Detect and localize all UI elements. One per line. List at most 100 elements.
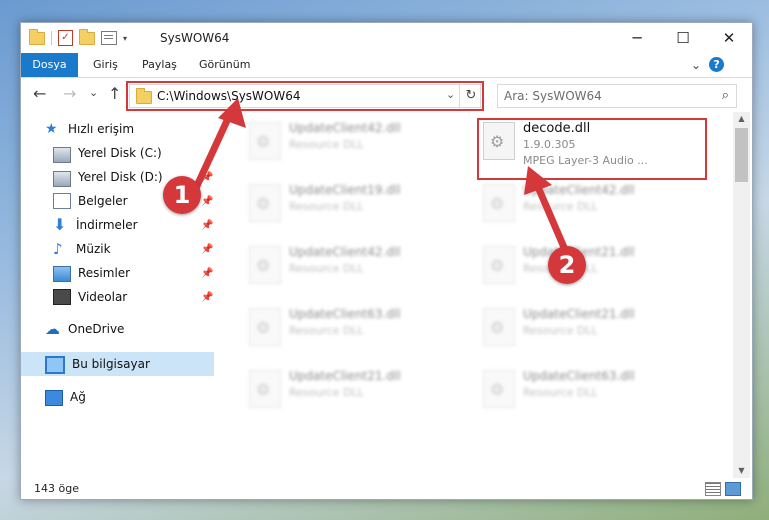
sidebar-item-pictures[interactable]: Resimler: [53, 262, 130, 284]
drive-icon: [53, 170, 71, 187]
network-icon: [45, 390, 63, 406]
file-item[interactable]: UpdateClient21.dll Resource DLL: [479, 304, 709, 352]
window-title: SysWOW64: [160, 31, 230, 45]
file-name: UpdateClient63.dll: [523, 369, 635, 383]
sidebar-item-label: Yerel Disk (C:): [78, 146, 162, 160]
file-name: UpdateClient21.dll: [523, 307, 635, 321]
file-name: UpdateClient19.dll: [289, 183, 401, 197]
sidebar-item-local-disk-c[interactable]: Yerel Disk (C:): [53, 142, 162, 164]
ribbon-tabs: Dosya Giriş Paylaş Görünüm ⌄ ?: [21, 53, 752, 78]
forward-arrow-icon[interactable]: →: [63, 84, 76, 103]
step-marker-1: 1: [163, 176, 201, 214]
star-icon: ★: [45, 121, 58, 137]
checklist-icon[interactable]: ✓: [58, 30, 73, 46]
customize-toolbar-dropdown[interactable]: ▾: [123, 34, 127, 43]
file-item[interactable]: UpdateClient21.dll Resource DLL: [479, 242, 709, 290]
pin-icon[interactable]: 📌: [201, 172, 213, 183]
scroll-down-arrow-icon[interactable]: ▼: [733, 464, 750, 478]
computer-icon: [45, 355, 65, 374]
item-count: 143 öge: [34, 482, 79, 495]
sidebar-item-documents[interactable]: Belgeler: [53, 190, 128, 212]
file-highlight: [477, 118, 707, 180]
sidebar-item-label: OneDrive: [68, 322, 125, 336]
pin-icon[interactable]: 📌: [201, 268, 213, 279]
folder-icon: [29, 28, 45, 45]
details-view-icon[interactable]: [705, 482, 721, 496]
sidebar-item-this-pc[interactable]: Bu bilgisayar: [45, 353, 150, 375]
quick-access-toolbar: ✓ ▾: [29, 28, 127, 46]
file-item[interactable]: UpdateClient63.dll Resource DLL: [245, 304, 475, 352]
tab-share[interactable]: Paylaş: [142, 53, 177, 77]
sidebar-item-label: Müzik: [76, 242, 111, 256]
sidebar-item-videos[interactable]: Videolar: [53, 286, 127, 308]
recent-locations-chevron-icon[interactable]: ⌄: [89, 86, 98, 99]
tab-home[interactable]: Giriş: [93, 53, 118, 77]
pin-icon[interactable]: 📌: [201, 220, 213, 231]
sidebar-item-label: Ağ: [70, 390, 86, 404]
file-type: Resource DLL: [289, 138, 364, 151]
sidebar-item-onedrive[interactable]: ☁ OneDrive: [45, 318, 124, 340]
dll-file-icon: [249, 246, 281, 284]
documents-icon: [53, 193, 71, 209]
sidebar-item-network[interactable]: Ağ: [45, 386, 86, 408]
sidebar-item-downloads[interactable]: ⬇ İndirmeler: [53, 214, 138, 236]
toolbar-divider: [51, 31, 52, 45]
downloads-icon: ⬇: [53, 215, 67, 234]
sidebar-item-label: İndirmeler: [76, 218, 138, 232]
dll-file-icon: [249, 122, 281, 160]
file-item[interactable]: UpdateClient42.dll Resource DLL: [245, 118, 475, 166]
file-name: UpdateClient42.dll: [289, 121, 401, 135]
file-item[interactable]: UpdateClient42.dll Resource DLL: [245, 242, 475, 290]
ribbon-right-controls: ⌄ ?: [691, 57, 725, 72]
close-button[interactable]: ✕: [706, 23, 752, 53]
file-item[interactable]: UpdateClient42.dll Resource DLL: [479, 180, 709, 228]
search-input[interactable]: Ara: SysWOW64: [504, 89, 602, 103]
scroll-up-arrow-icon[interactable]: ▲: [733, 112, 750, 126]
pin-icon[interactable]: 📌: [201, 244, 213, 255]
tab-view[interactable]: Görünüm: [199, 53, 250, 77]
up-arrow-icon[interactable]: ↑: [108, 84, 121, 103]
search-icon[interactable]: ⌕: [722, 88, 729, 103]
file-name: UpdateClient21.dll: [289, 369, 401, 383]
tab-file[interactable]: Dosya: [21, 53, 78, 77]
vertical-scrollbar[interactable]: ▲ ▼: [733, 112, 750, 478]
file-type: Resource DLL: [523, 386, 598, 399]
sidebar-item-local-disk-d[interactable]: Yerel Disk (D:): [53, 166, 163, 188]
sidebar-item-quick-access[interactable]: ★ Hızlı erişim: [45, 118, 134, 140]
pin-icon[interactable]: 📌: [201, 196, 213, 207]
status-bar: 143 öge: [21, 478, 752, 499]
sidebar-item-label: Videolar: [78, 290, 128, 304]
file-type: Resource DLL: [289, 262, 364, 275]
maximize-button[interactable]: ☐: [660, 23, 706, 53]
sidebar-item-label: Yerel Disk (D:): [78, 170, 163, 184]
help-icon[interactable]: ?: [709, 57, 725, 72]
dll-file-icon: [483, 184, 515, 222]
file-type: Resource DLL: [523, 200, 598, 213]
file-item[interactable]: UpdateClient21.dll Resource DLL: [245, 366, 475, 414]
dll-file-icon: [483, 308, 515, 346]
dll-file-icon: [249, 370, 281, 408]
file-type: Resource DLL: [289, 386, 364, 399]
sidebar-item-label: Belgeler: [78, 194, 128, 208]
properties-icon[interactable]: [101, 31, 117, 45]
minimize-button[interactable]: ─: [614, 23, 660, 53]
search-box[interactable]: Ara: SysWOW64 ⌕: [497, 84, 737, 108]
file-item[interactable]: UpdateClient19.dll Resource DLL: [245, 180, 475, 228]
cloud-icon: ☁: [45, 320, 60, 338]
videos-icon: [53, 289, 71, 305]
scroll-thumb[interactable]: [735, 128, 748, 182]
step-marker-2: 2: [548, 246, 586, 284]
back-arrow-icon[interactable]: ←: [33, 84, 46, 103]
dll-file-icon: [249, 308, 281, 346]
large-icons-view-icon[interactable]: [725, 482, 741, 496]
navigation-pane: ★ Hızlı erişim Yerel Disk (C:) Yerel Dis…: [21, 112, 215, 478]
new-folder-icon[interactable]: [79, 28, 95, 45]
sidebar-item-music[interactable]: ♪ Müzik: [53, 238, 111, 260]
file-type: Resource DLL: [289, 200, 364, 213]
music-icon: ♪: [53, 240, 63, 258]
dll-file-icon: [483, 246, 515, 284]
expand-ribbon-chevron-icon[interactable]: ⌄: [691, 58, 701, 72]
pin-icon[interactable]: 📌: [201, 292, 213, 303]
sidebar-item-label: Resimler: [78, 266, 131, 280]
file-item[interactable]: UpdateClient63.dll Resource DLL: [479, 366, 709, 414]
